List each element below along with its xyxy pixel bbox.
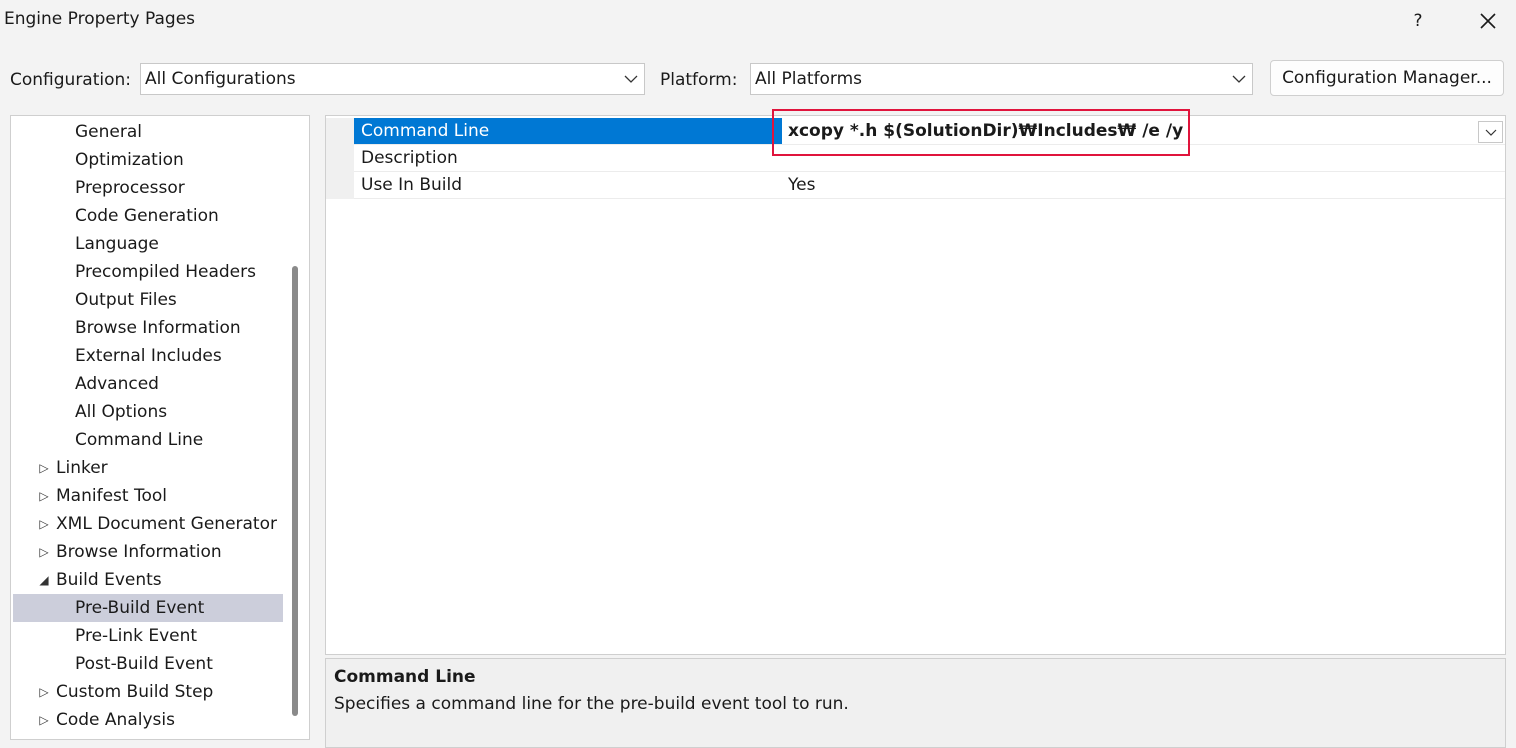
tree-item-label: Browse Information — [56, 542, 222, 562]
tree-item-label: XML Document Generator — [56, 514, 277, 534]
help-button[interactable]: ? — [1396, 4, 1440, 38]
description-title: Command Line — [334, 667, 476, 687]
tree-item-label: Optimization — [75, 150, 184, 170]
window-title: Engine Property Pages — [4, 9, 196, 29]
collapsed-triangle-icon[interactable]: ▷ — [37, 510, 51, 538]
property-value[interactable]: Yes — [788, 172, 815, 198]
property-dropdown-button[interactable] — [1478, 121, 1503, 143]
tree-item-pre-build-event[interactable]: Pre-Build Event — [13, 594, 283, 622]
collapsed-triangle-icon[interactable]: ▷ — [37, 454, 51, 482]
chevron-down-icon — [1226, 75, 1252, 83]
tree-item-custom-build-step[interactable]: ▷ Custom Build Step — [13, 678, 283, 706]
tree-item-precompiled-headers[interactable]: Precompiled Headers — [13, 258, 283, 286]
property-grid: Command Line xcopy *.h $(SolutionDir)₩In… — [325, 115, 1506, 655]
tree-item-external-includes[interactable]: External Includes — [13, 342, 283, 370]
tree-item-code-analysis[interactable]: ▷ Code Analysis — [13, 706, 283, 734]
tree-item-label: Browse Information — [75, 318, 241, 338]
tree-item-browse-information[interactable]: Browse Information — [13, 314, 283, 342]
tree-item-advanced[interactable]: Advanced — [13, 370, 283, 398]
tree-item-optimization[interactable]: Optimization — [13, 146, 283, 174]
property-row-command-line[interactable]: Command Line xcopy *.h $(SolutionDir)₩In… — [326, 118, 1505, 145]
tree-item-label: General — [75, 122, 142, 142]
property-row-use-in-build[interactable]: Use In Build Yes — [326, 172, 1505, 199]
tree-item-build-events[interactable]: ◢ Build Events — [13, 566, 283, 594]
close-button[interactable] — [1466, 4, 1510, 38]
tree-item-label: Advanced — [75, 374, 159, 394]
tree-item-command-line[interactable]: Command Line — [13, 426, 283, 454]
collapsed-triangle-icon[interactable]: ▷ — [37, 678, 51, 706]
platform-value: All Platforms — [755, 69, 863, 89]
tree-item-label: All Options — [75, 402, 168, 422]
row-gutter — [326, 118, 354, 145]
tree-item-preprocessor[interactable]: Preprocessor — [13, 174, 283, 202]
tree-item-pre-link-event[interactable]: Pre-Link Event — [13, 622, 283, 650]
tree-item-general[interactable]: General — [13, 118, 283, 146]
tree-item-xml-document-generator[interactable]: ▷ XML Document Generator — [13, 510, 283, 538]
property-name: Command Line — [354, 118, 782, 144]
tree-item-label: Post-Build Event — [75, 654, 213, 674]
tree-item-code-generation[interactable]: Code Generation — [13, 202, 283, 230]
configuration-dropdown[interactable]: All Configurations — [140, 63, 645, 95]
description-text: Specifies a command line for the pre-bui… — [334, 694, 849, 714]
tree-item-label: External Includes — [75, 346, 222, 366]
expanded-triangle-icon[interactable]: ◢ — [37, 566, 51, 594]
chevron-down-icon — [618, 75, 644, 83]
platform-dropdown[interactable]: All Platforms — [750, 63, 1253, 95]
tree-item-all-options[interactable]: All Options — [13, 398, 283, 426]
tree-item-label: Pre-Link Event — [75, 626, 198, 646]
collapsed-triangle-icon[interactable]: ▷ — [37, 538, 51, 566]
tree-item-browse-information[interactable]: ▷ Browse Information — [13, 538, 283, 566]
close-icon — [1480, 13, 1496, 29]
tree-item-label: Manifest Tool — [56, 486, 167, 506]
tree-item-manifest-tool[interactable]: ▷ Manifest Tool — [13, 482, 283, 510]
tree-item-output-files[interactable]: Output Files — [13, 286, 283, 314]
row-gutter — [326, 145, 354, 172]
configuration-label: Configuration: — [10, 70, 132, 90]
tree-item-label: Custom Build Step — [56, 682, 214, 702]
property-row-description[interactable]: Description — [326, 145, 1505, 172]
property-name: Description — [361, 148, 458, 168]
configuration-value: All Configurations — [145, 69, 296, 89]
tree-item-post-build-event[interactable]: Post-Build Event — [13, 650, 283, 678]
property-value[interactable]: xcopy *.h $(SolutionDir)₩Includes₩ /e /y — [788, 118, 1183, 144]
tree-item-label: Precompiled Headers — [75, 262, 256, 282]
tree-item-label: Linker — [56, 458, 108, 478]
configuration-manager-button[interactable]: Configuration Manager... — [1270, 60, 1504, 96]
collapsed-triangle-icon[interactable]: ▷ — [37, 482, 51, 510]
tree-scrollbar[interactable] — [292, 266, 298, 716]
platform-label: Platform: — [660, 70, 738, 90]
tree-item-label: Command Line — [75, 430, 204, 450]
tree-item-label: Pre-Build Event — [75, 598, 205, 618]
property-name: Use In Build — [361, 175, 463, 195]
tree-item-language[interactable]: Language — [13, 230, 283, 258]
collapsed-triangle-icon[interactable]: ▷ — [37, 706, 51, 734]
tree-item-label: Language — [75, 234, 159, 254]
tree-item-linker[interactable]: ▷ Linker — [13, 454, 283, 482]
row-gutter — [326, 172, 354, 199]
tree-item-label: Build Events — [56, 570, 162, 590]
tree-item-label: Code Analysis — [56, 710, 175, 730]
chevron-down-icon — [1485, 129, 1496, 136]
tree-item-label: Preprocessor — [75, 178, 185, 198]
property-tree[interactable]: General Optimization Preprocessor Code Gene… — [10, 115, 310, 740]
tree-item-label: Output Files — [75, 290, 177, 310]
tree-item-label: Code Generation — [75, 206, 219, 226]
